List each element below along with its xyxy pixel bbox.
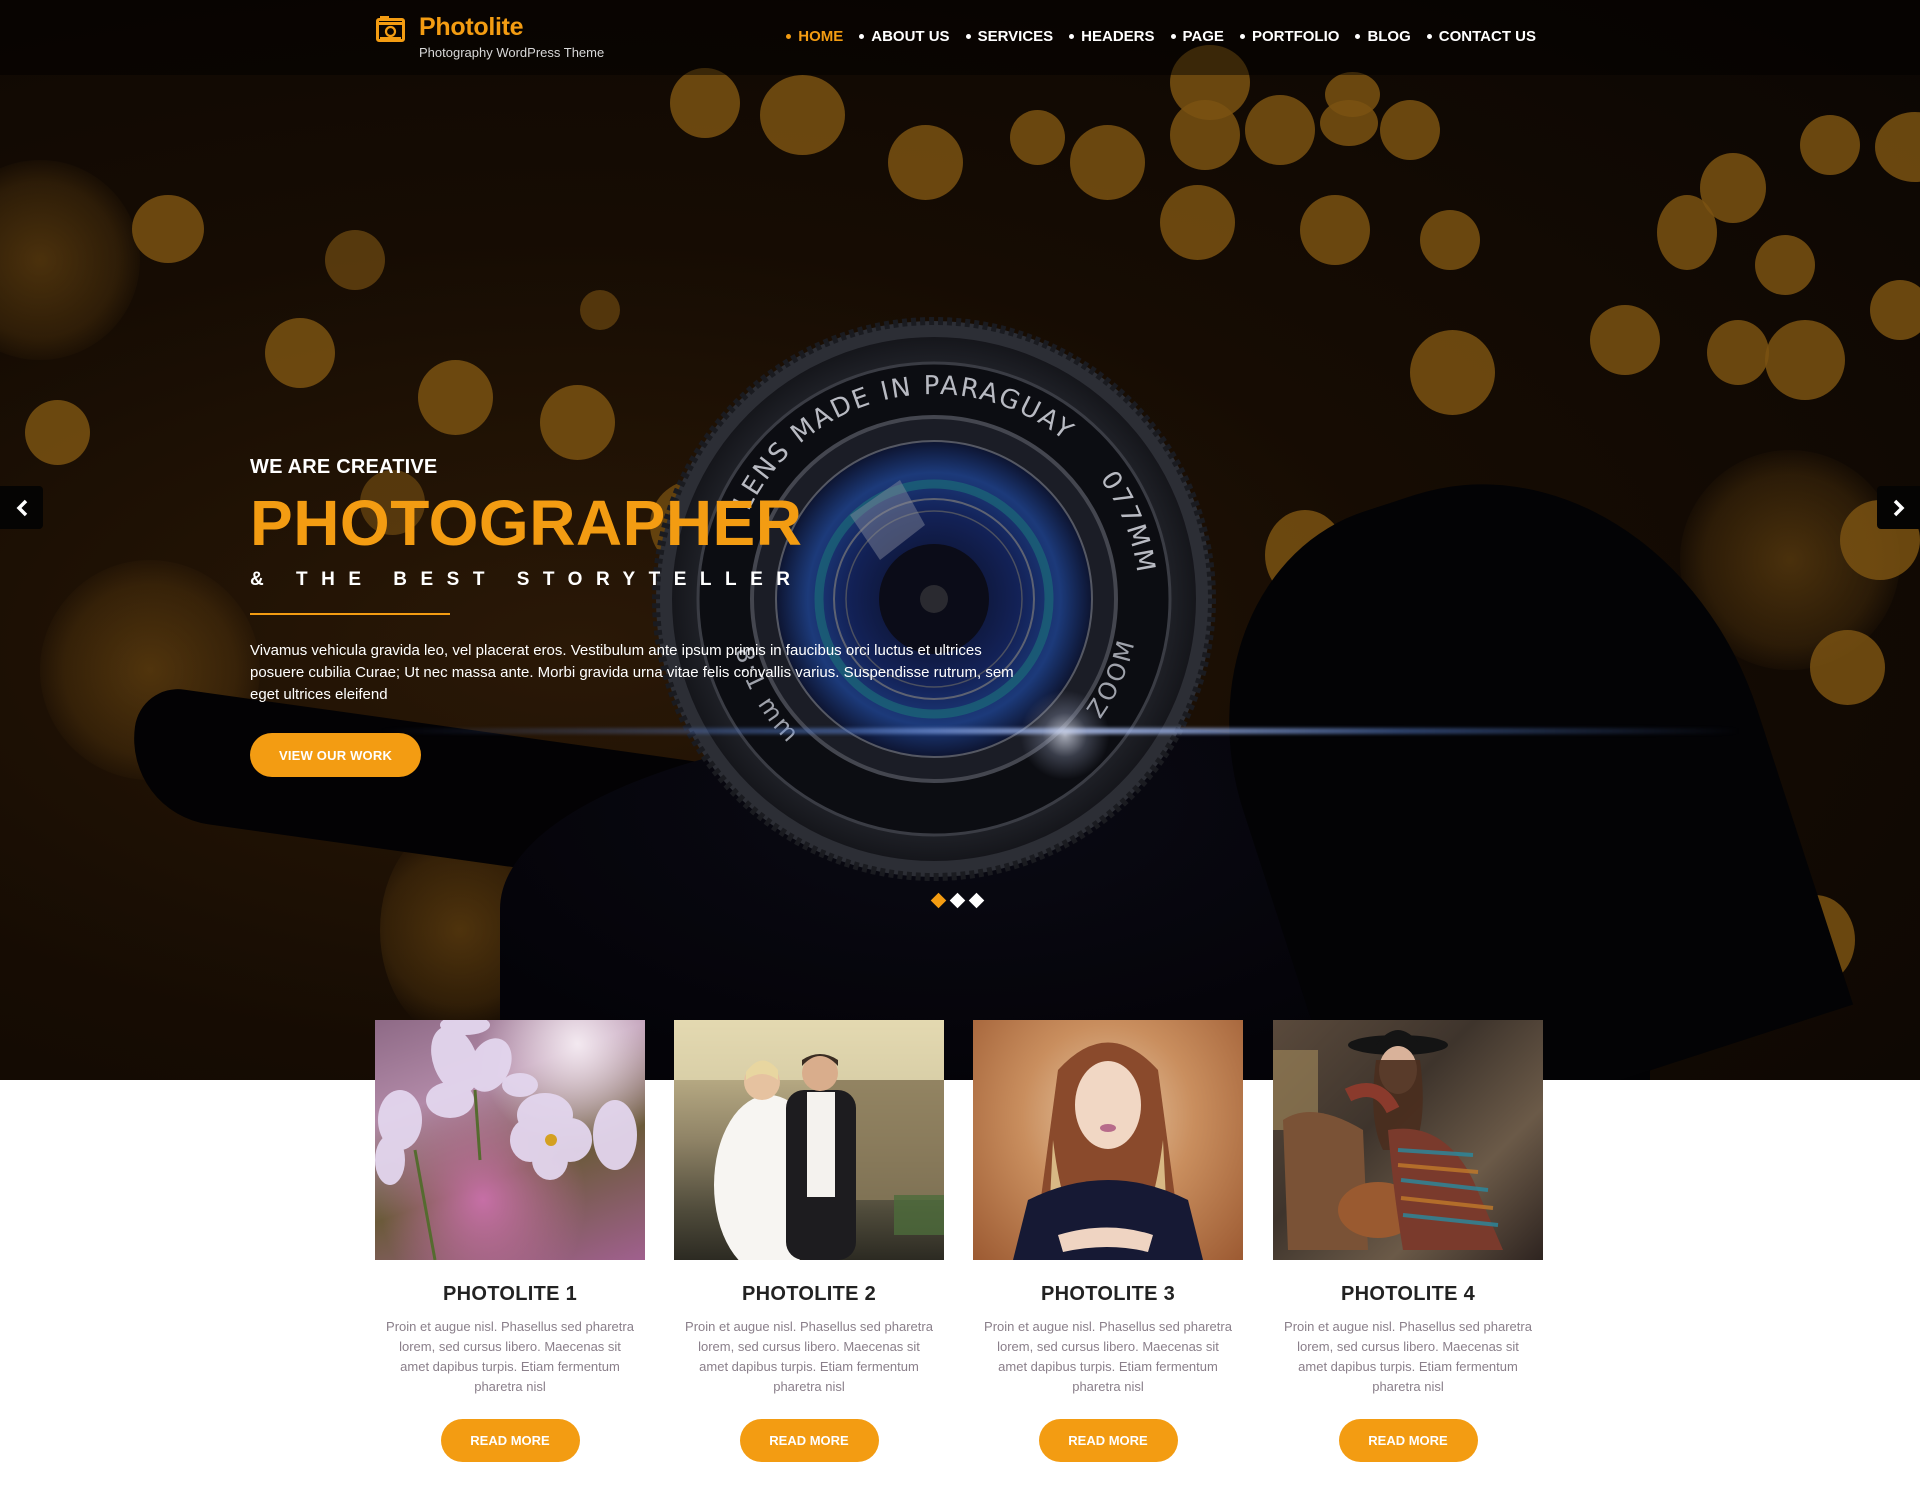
card-description: Proin et augue nisl. Phasellus sed phare…: [1284, 1319, 1532, 1394]
nav-item-about-us[interactable]: ABOUT US: [859, 28, 950, 45]
read-more-button[interactable]: READ MORE: [739, 1419, 879, 1462]
card-description: Proin et augue nisl. Phasellus sed phare…: [685, 1319, 933, 1394]
feature-card: PHOTOLITE 3 Proin et augue nisl. Phasell…: [973, 1020, 1243, 1462]
bullet-icon: [1170, 34, 1176, 39]
nav-label: HOME: [798, 28, 844, 45]
hero-kicker: WE ARE CREATIVE: [250, 456, 438, 478]
read-more-button[interactable]: READ MORE: [1038, 1419, 1178, 1462]
feature-card: PHOTOLITE 2 Proin et augue nisl. Phasell…: [674, 1020, 944, 1462]
card-image-wedding[interactable]: [674, 1020, 944, 1260]
bullet-icon: [1069, 34, 1075, 39]
nav-label: SERVICES: [977, 28, 1054, 45]
chevron-right-icon: [1893, 499, 1904, 516]
card-description: Proin et augue nisl. Phasellus sed phare…: [386, 1319, 634, 1394]
card-image-flowers[interactable]: [375, 1020, 645, 1260]
site-logo[interactable]: Photolite Photography WordPress Theme: [376, 14, 604, 60]
slider-next-button[interactable]: [1877, 486, 1920, 529]
nav-label: CONTACT US: [1438, 28, 1536, 45]
bullet-icon: [1239, 34, 1245, 39]
wedding-couple-graphic: [674, 1020, 944, 1260]
bullet-icon: [786, 34, 792, 39]
camera-icon: [376, 16, 405, 42]
site-title[interactable]: Photolite: [419, 14, 604, 40]
nav-item-page[interactable]: PAGE: [1170, 28, 1224, 45]
hero-divider: [250, 613, 450, 615]
nav-item-portfolio[interactable]: PORTFOLIO: [1239, 28, 1340, 45]
main-nav: HOME ABOUT US SERVICES HEADERS PAGE PORT…: [770, 28, 1536, 45]
hero-tagline: & THE BEST STORYTELLER: [250, 569, 804, 590]
view-our-work-button[interactable]: VIEW OUR WORK: [250, 733, 421, 777]
read-more-button[interactable]: READ MORE: [440, 1419, 580, 1462]
woman-in-hat-graphic: [1273, 1030, 1503, 1250]
nav-label: BLOG: [1367, 28, 1411, 45]
slider-prev-button[interactable]: [0, 486, 43, 529]
hero-caption: WE ARE CREATIVE PHOTOGRAPHER & THE BEST …: [250, 456, 1050, 777]
card-title: PHOTOLITE 3: [1040, 1283, 1176, 1305]
card-title: PHOTOLITE 4: [1340, 1283, 1476, 1305]
bullet-icon: [859, 34, 865, 39]
hero-headline: PHOTOGRAPHER: [250, 487, 803, 559]
feature-card: PHOTOLITE 4 Proin et augue nisl. Phasell…: [1273, 1020, 1543, 1462]
nav-item-home[interactable]: HOME: [786, 28, 843, 45]
slider-dot-2[interactable]: [949, 892, 966, 909]
slider-pagination: [930, 892, 985, 909]
nav-item-contact-us[interactable]: CONTACT US: [1426, 28, 1536, 45]
card-image-portrait[interactable]: [973, 1020, 1243, 1260]
nav-label: PAGE: [1182, 28, 1224, 45]
woman-portrait-graphic: [1013, 1042, 1203, 1260]
chevron-left-icon: [16, 499, 27, 516]
slider-dot-3[interactable]: [968, 892, 985, 909]
card-image-fashion[interactable]: [1273, 1020, 1543, 1260]
card-description: Proin et augue nisl. Phasellus sed phare…: [984, 1319, 1232, 1394]
bullet-icon: [1426, 34, 1432, 39]
hero-slider: LENS MADE IN PARAGUAY 077MM 8:1 mm ZOOM …: [0, 0, 1920, 1080]
read-more-button[interactable]: READ MORE: [1338, 1419, 1478, 1462]
nav-item-headers[interactable]: HEADERS: [1069, 28, 1155, 45]
card-title: PHOTOLITE 2: [741, 1283, 877, 1305]
nav-label: HEADERS: [1081, 28, 1155, 45]
nav-label: PORTFOLIO: [1251, 28, 1340, 45]
slider-dot-1[interactable]: [930, 892, 947, 909]
nav-label: ABOUT US: [871, 28, 950, 45]
nav-item-services[interactable]: SERVICES: [965, 28, 1054, 45]
pansy-flowers-graphic: [375, 1020, 637, 1260]
feature-card: PHOTOLITE 1 Proin et augue nisl. Phasell…: [375, 1020, 645, 1462]
bullet-icon: [965, 34, 971, 39]
hero-description: Vivamus vehicula gravida leo, vel placer…: [250, 642, 1014, 703]
nav-item-blog[interactable]: BLOG: [1355, 28, 1411, 45]
site-tagline: Photography WordPress Theme: [419, 45, 605, 60]
card-title: PHOTOLITE 1: [442, 1283, 578, 1305]
bullet-icon: [1355, 34, 1361, 39]
